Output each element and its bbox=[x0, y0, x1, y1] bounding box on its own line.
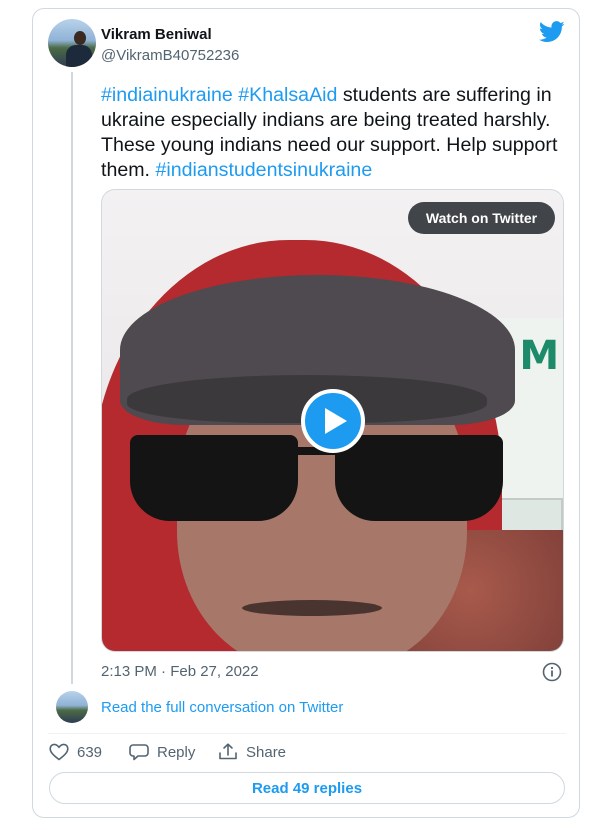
like-button[interactable]: 639 bbox=[49, 743, 102, 761]
read-conversation-link[interactable]: Read the full conversation on Twitter bbox=[101, 699, 343, 716]
watch-on-twitter-button[interactable]: Watch on Twitter bbox=[408, 202, 555, 234]
tweet-text: #indiainukraine #KhalsaAid students are … bbox=[101, 83, 566, 183]
twitter-bird-icon[interactable] bbox=[539, 21, 565, 43]
share-label: Share bbox=[246, 743, 287, 761]
tweet-timestamp[interactable]: 2:13 PM · Feb 27, 2022 bbox=[101, 663, 259, 680]
actions-divider bbox=[48, 733, 566, 734]
info-icon[interactable] bbox=[542, 662, 562, 682]
hashtag-link[interactable]: #indianstudentsinukraine bbox=[155, 159, 372, 181]
heart-icon bbox=[49, 743, 69, 761]
video-player[interactable]: HIM Watch on Twitter bbox=[101, 189, 564, 652]
like-count: 639 bbox=[77, 743, 103, 761]
hashtag-link[interactable]: #indiainukraine bbox=[101, 84, 233, 106]
video-mustache bbox=[242, 600, 382, 616]
read-replies-button[interactable]: Read 49 replies bbox=[49, 772, 565, 804]
reply-bubble-icon bbox=[129, 744, 149, 761]
author-handle[interactable]: @VikramB40752236 bbox=[101, 47, 239, 64]
thread-line bbox=[71, 72, 73, 684]
play-icon bbox=[325, 408, 347, 434]
reply-button[interactable]: Reply bbox=[129, 743, 195, 761]
share-button[interactable]: Share bbox=[218, 743, 286, 761]
author-name[interactable]: Vikram Beniwal bbox=[101, 26, 212, 43]
share-icon bbox=[219, 743, 237, 760]
reply-avatar bbox=[56, 691, 88, 723]
play-button[interactable] bbox=[301, 389, 365, 453]
reply-label: Reply bbox=[157, 743, 196, 761]
author-avatar[interactable] bbox=[48, 19, 96, 67]
hashtag-link[interactable]: #KhalsaAid bbox=[238, 84, 337, 106]
